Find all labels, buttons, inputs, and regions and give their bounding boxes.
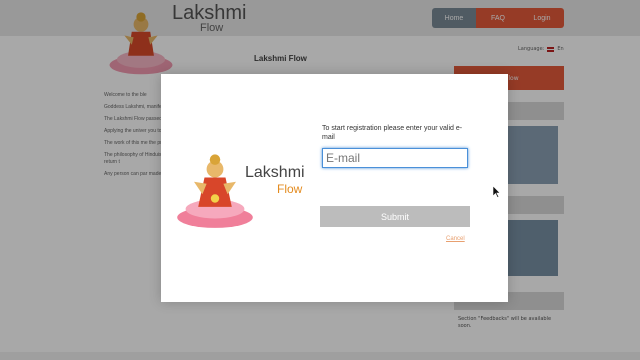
modal-logo-subtitle: Flow — [277, 182, 303, 196]
submit-button[interactable]: Submit — [320, 206, 470, 227]
registration-prompt: To start registration please enter your … — [322, 125, 463, 141]
lakshmi-logo-icon — [177, 154, 253, 228]
cancel-link[interactable]: Cancel — [446, 236, 465, 242]
mouse-cursor-icon — [493, 186, 501, 198]
registration-modal: Lakshmi Flow To start registration pleas… — [161, 74, 508, 302]
email-field[interactable] — [322, 148, 468, 168]
modal-logo-title: Lakshmi — [245, 164, 305, 181]
